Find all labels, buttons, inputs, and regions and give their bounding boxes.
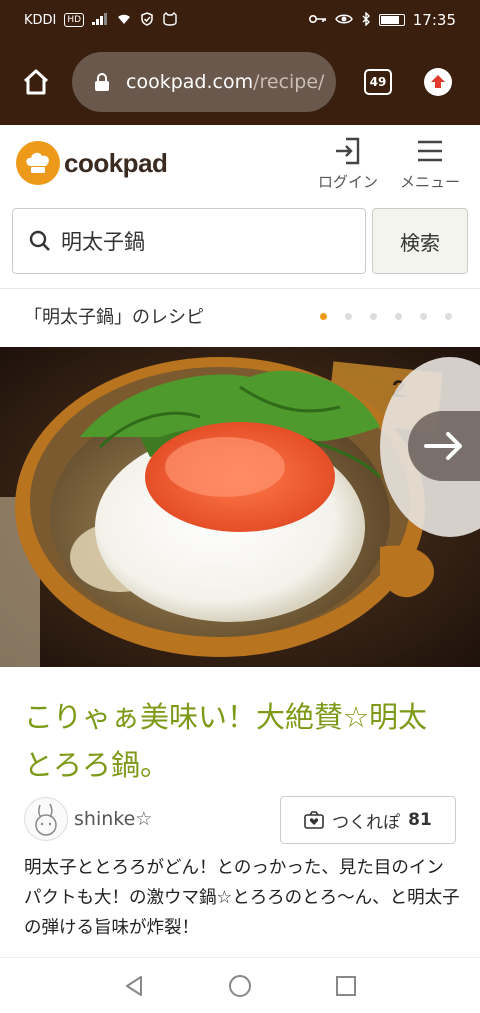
- recipe-photo[interactable]: 2: [0, 347, 480, 667]
- lock-icon: [95, 73, 109, 91]
- carrier-label: KDDI: [24, 12, 57, 28]
- rabbit-avatar-icon: [35, 803, 57, 836]
- home-button[interactable]: [18, 64, 54, 100]
- recents-square-icon: [336, 975, 356, 996]
- android-nav-bar: [0, 957, 480, 1013]
- update-button[interactable]: [424, 68, 452, 96]
- site-header: cookpad ログイン メニュー: [0, 125, 480, 203]
- menu-label: メニュー: [400, 173, 461, 191]
- home-circle-icon: [229, 974, 251, 997]
- chef-hat-icon: [16, 141, 60, 185]
- next-photo-button[interactable]: [408, 411, 480, 481]
- search-icon: [29, 230, 50, 251]
- author-name: shinke☆: [74, 808, 153, 830]
- address-bar[interactable]: cookpad.com/recipe/: [72, 52, 336, 112]
- url-text: cookpad.com/recipe/: [126, 71, 324, 93]
- author-link[interactable]: shinke☆: [24, 797, 152, 841]
- tab-switcher-button[interactable]: 49: [364, 69, 392, 95]
- url-host: cookpad.com: [126, 71, 254, 93]
- hd-badge: HD: [64, 13, 85, 27]
- logo-text: cookpad: [64, 147, 168, 178]
- carousel-dot[interactable]: [445, 313, 452, 320]
- carousel-dot[interactable]: [395, 313, 402, 320]
- hamburger-icon: [418, 140, 442, 162]
- search-form: 検索: [12, 208, 468, 274]
- status-bar: KDDI HD 17:35: [0, 0, 480, 40]
- cookpad-logo[interactable]: cookpad: [16, 141, 168, 185]
- home-nav-button[interactable]: [227, 973, 253, 999]
- search-input[interactable]: [61, 229, 351, 253]
- login-icon: [336, 137, 360, 165]
- tsukurepo-button[interactable]: つくれぽ 81: [280, 796, 456, 844]
- key-icon: [308, 14, 327, 27]
- wifi-icon: [116, 13, 132, 28]
- home-icon: [23, 69, 49, 95]
- carousel-dot[interactable]: [345, 313, 352, 320]
- search-field[interactable]: [12, 208, 366, 274]
- back-button[interactable]: [121, 973, 147, 999]
- login-button[interactable]: ログイン: [318, 135, 378, 192]
- signal-icon: [92, 12, 108, 28]
- browser-toolbar: cookpad.com/recipe/ 49: [0, 40, 480, 125]
- shield-icon: [140, 11, 154, 29]
- battery-level: [380, 16, 399, 24]
- recipe-description: 明太子ととろろがどん！とのっかった、見た目のインパクトも大！の激ウマ鍋☆とろろの…: [24, 858, 460, 938]
- back-triangle-icon: [126, 975, 142, 996]
- nabe-dish-image: 2: [0, 347, 480, 667]
- bluetooth-icon: [361, 10, 371, 29]
- battery-icon: [378, 14, 405, 26]
- tsukurepo-label: つくれぽ: [332, 812, 401, 833]
- carousel-dot[interactable]: [370, 313, 377, 320]
- carousel-dot[interactable]: [420, 313, 427, 320]
- camera-heart-icon: [304, 811, 324, 829]
- arrow-up-icon: [431, 75, 445, 88]
- url-path: /recipe/: [253, 71, 325, 93]
- recents-button[interactable]: [333, 973, 359, 999]
- recipe-list-title: 「明太子鍋」のレシピ: [24, 307, 204, 328]
- avatar: [24, 797, 68, 841]
- menu-button[interactable]: メニュー: [400, 135, 460, 192]
- search-button[interactable]: 検索: [372, 208, 468, 274]
- recipe-title[interactable]: こりゃぁ美味い！大絶賛☆明太とろろ鍋。: [24, 693, 454, 789]
- arrow-right-icon: [424, 432, 462, 460]
- login-label: ログイン: [318, 173, 379, 191]
- cat-icon: [162, 11, 178, 29]
- carousel-indicator[interactable]: [320, 313, 452, 320]
- tsukurepo-count: 81: [408, 810, 432, 830]
- divider: [0, 288, 480, 289]
- carousel-dot[interactable]: [320, 313, 327, 320]
- eye-icon: [334, 13, 353, 28]
- clock: 17:35: [412, 11, 456, 29]
